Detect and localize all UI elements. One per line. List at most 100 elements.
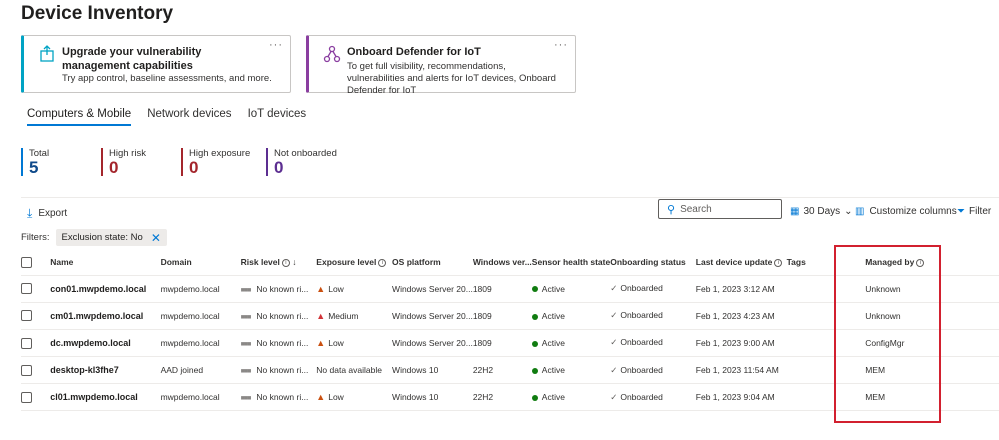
exposure-level-value: Medium — [328, 310, 359, 321]
check-icon: ✓ — [610, 337, 618, 348]
status-dot-icon — [531, 367, 538, 374]
sensor-health-value: Active — [541, 365, 565, 376]
exposure-level-value: Low — [328, 283, 344, 294]
windows-version: 22H2 — [472, 383, 532, 412]
onboard-iot-card[interactable]: Onboard Defender for IoT To get full vis… — [306, 35, 576, 96]
time-range-dropdown[interactable]: ▦ 30 Days ⌄ — [790, 206, 853, 217]
stat-total[interactable]: Total 5 — [21, 148, 49, 177]
filters-bar: Filters: Exclusion state: No ✕ — [21, 229, 167, 246]
info-icon: i — [378, 259, 387, 267]
device-domain: AAD joined — [160, 356, 241, 385]
filter-label: Filter — [969, 206, 992, 217]
os-platform: Windows Server 20... — [392, 302, 473, 330]
sensor-health: Active — [531, 356, 611, 385]
tab-network-devices[interactable]: Network devices — [147, 108, 231, 126]
windows-version: 1809 — [472, 329, 532, 358]
stat-value: 5 — [29, 158, 39, 177]
col-risk-level[interactable]: Risk level i ↓ — [240, 250, 317, 276]
check-icon: ✓ — [610, 283, 618, 294]
card-title: Onboard Defender for IoT — [347, 46, 481, 58]
last-device-update: Feb 1, 2023 11:54 AM — [695, 356, 787, 385]
row-checkbox[interactable] — [21, 310, 32, 322]
upgrade-icon — [40, 45, 54, 62]
filter-button[interactable]: ⏷ Filter — [957, 206, 991, 217]
risk-level: ■■■ No known ri... — [240, 383, 317, 412]
page-title: Device Inventory — [21, 3, 174, 24]
card-title: Upgrade your vulnerability management ca… — [62, 46, 202, 72]
risk-level-value: No known ri... — [256, 310, 309, 321]
risk-level: ■■■ No known ri... — [240, 275, 317, 303]
row-checkbox[interactable] — [21, 337, 32, 349]
info-icon: i — [281, 259, 290, 267]
stat-not-onboarded[interactable]: Not onboarded 0 — [266, 148, 337, 177]
device-name[interactable]: con01.mwpdemo.local — [50, 275, 161, 303]
col-last-device-update[interactable]: Last device update i — [695, 250, 787, 276]
download-icon: ⤓ — [27, 206, 33, 220]
filter-icon: ⏷ — [957, 206, 965, 217]
more-icon[interactable]: ··· — [554, 39, 568, 51]
col-exposure-level[interactable]: Exposure level i — [316, 250, 393, 276]
export-button[interactable]: ⤓ Export — [27, 206, 67, 221]
customize-columns-button[interactable]: ▥ Customize columns — [855, 206, 957, 217]
time-range-label: 30 Days — [803, 206, 841, 217]
sort-down-icon: ↓ — [292, 257, 297, 268]
col-windows-version[interactable]: Windows ver... — [472, 250, 532, 276]
check-icon: ✓ — [610, 391, 618, 402]
export-label: Export — [38, 208, 68, 219]
card-description: Try app control, baseline assessments, a… — [62, 73, 272, 84]
search-icon: ⚲ — [667, 203, 676, 216]
risk-bars-icon: ■■■ — [240, 286, 252, 294]
risk-level: ■■■ No known ri... — [240, 329, 317, 358]
sensor-health-value: Active — [541, 337, 565, 348]
sensor-health: Active — [531, 275, 611, 303]
tab-iot-devices[interactable]: IoT devices — [248, 108, 307, 126]
col-name[interactable]: Name — [50, 250, 161, 276]
col-risk-level-label: Risk level — [240, 257, 280, 268]
device-name[interactable]: cl01.mwpdemo.local — [50, 383, 161, 412]
os-platform: Windows 10 — [392, 383, 473, 412]
stat-value: 0 — [189, 158, 199, 177]
col-onboarding-status[interactable]: Onboarding status — [610, 250, 696, 276]
col-domain[interactable]: Domain — [160, 250, 241, 276]
upgrade-card[interactable]: Upgrade your vulnerability management ca… — [21, 35, 291, 93]
row-checkbox[interactable] — [21, 283, 32, 295]
device-name[interactable]: dc.mwpdemo.local — [50, 329, 161, 358]
filter-chip[interactable]: Exclusion state: No ✕ — [55, 229, 167, 246]
onboarding-status: ✓ Onboarded — [610, 302, 696, 330]
status-dot-icon — [531, 313, 538, 320]
tab-computers-mobile[interactable]: Computers & Mobile — [27, 108, 132, 126]
sensor-health-value: Active — [541, 310, 565, 321]
search-input[interactable]: ⚲ Search — [658, 199, 782, 219]
onboarding-status-value: Onboarded — [620, 364, 663, 375]
stat-high-risk[interactable]: High risk 0 — [101, 148, 146, 177]
exposure-level: ▲ Low — [316, 329, 393, 358]
device-name[interactable]: cm01.mwpdemo.local — [50, 302, 161, 330]
stat-high-exposure[interactable]: High exposure 0 — [181, 148, 250, 177]
risk-level: ■■■ No known ri... — [240, 302, 317, 330]
row-checkbox[interactable] — [21, 364, 32, 376]
device-domain: mwpdemo.local — [160, 383, 241, 412]
onboarding-status: ✓ Onboarded — [610, 275, 696, 303]
warning-icon: ▲ — [316, 337, 326, 348]
columns-icon: ▥ — [855, 206, 865, 217]
exposure-level-value: Low — [328, 337, 344, 348]
col-os-platform[interactable]: OS platform — [392, 250, 473, 276]
exposure-level: ▲ Low — [316, 275, 393, 303]
onboarding-status: ✓ Onboarded — [610, 356, 696, 385]
more-icon[interactable]: ··· — [269, 39, 283, 51]
windows-version: 22H2 — [472, 356, 532, 385]
status-dot-icon — [531, 286, 538, 293]
col-sensor-health[interactable]: Sensor health state — [531, 250, 611, 276]
close-icon[interactable]: ✕ — [151, 232, 161, 244]
os-platform: Windows Server 20... — [392, 329, 473, 358]
device-name[interactable]: desktop-kl3fhe7 — [50, 356, 161, 385]
exposure-level: ▲ Medium — [316, 302, 393, 330]
onboarding-status-value: Onboarded — [620, 391, 663, 402]
exposure-level-value: No data available — [316, 365, 382, 376]
onboarding-status: ✓ Onboarded — [610, 383, 696, 412]
row-checkbox[interactable] — [21, 391, 32, 403]
risk-bars-icon: ■■■ — [240, 368, 252, 376]
customize-columns-label: Customize columns — [869, 206, 957, 217]
risk-bars-icon: ■■■ — [240, 395, 252, 403]
select-all-checkbox[interactable] — [21, 256, 32, 268]
